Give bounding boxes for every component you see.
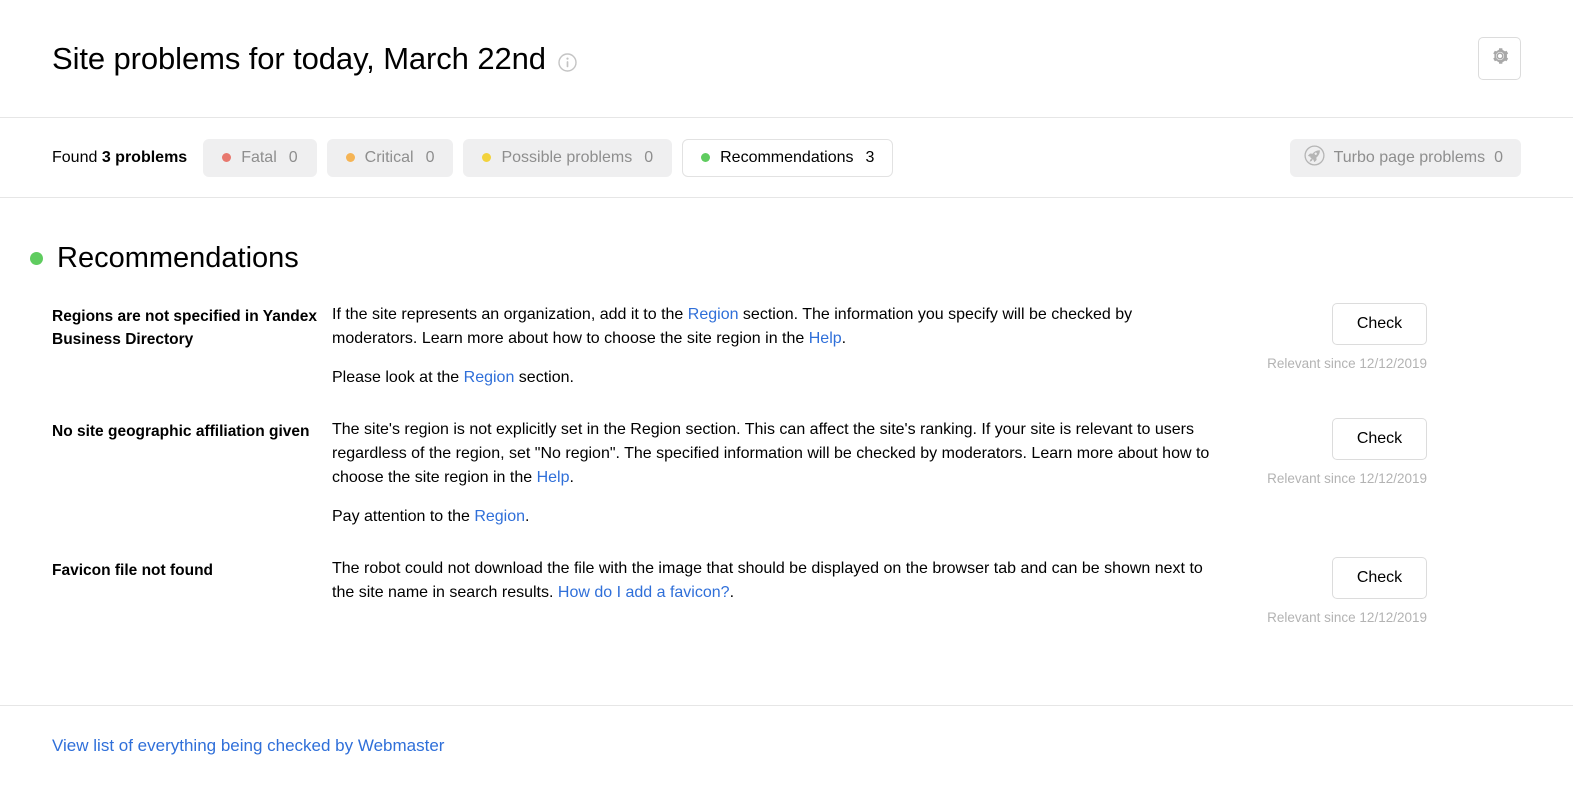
table-row: Regions are not specified in Yandex Busi… [52, 303, 1521, 418]
text-fragment: . [729, 584, 735, 601]
tab-turbo-label: Turbo page problems [1333, 148, 1486, 166]
text-fragment: If the site represents an organization, … [332, 306, 688, 323]
region-link[interactable]: Region [474, 508, 525, 525]
text-fragment: Pay attention to the [332, 508, 475, 525]
problem-filter-bar: Found 3 problems Fatal 0 Critical 0 Poss… [0, 118, 1573, 198]
problem-description: The robot could not download the file wi… [332, 557, 1247, 605]
problem-title: Regions are not specified in Yandex Busi… [52, 308, 318, 348]
problem-paragraph: The robot could not download the file wi… [332, 557, 1217, 605]
help-link[interactable]: Help [809, 330, 842, 347]
gear-icon [1490, 46, 1510, 71]
relevant-since-label: Relevant since 12/12/2019 [1267, 471, 1427, 486]
problem-title: Favicon file not found [52, 562, 214, 579]
severity-dot-critical [345, 153, 355, 162]
tab-possible-problems[interactable]: Possible problems 0 [463, 138, 673, 177]
section-dot-recommendations [30, 252, 43, 265]
tab-fatal-count: 0 [288, 148, 298, 166]
tab-fatal-label: Fatal [241, 148, 277, 166]
title-group: Site problems for today, March 22nd [52, 41, 577, 77]
text-fragment: . [569, 469, 574, 486]
tab-critical-label: Critical [364, 148, 414, 166]
tab-critical-count: 0 [425, 148, 435, 166]
page-header: Site problems for today, March 22nd [0, 0, 1573, 118]
problem-actions: Check Relevant since 12/12/2019 [1247, 557, 1427, 625]
help-link[interactable]: Help [537, 469, 570, 486]
view-checklist-link[interactable]: View list of everything being checked by… [52, 736, 444, 755]
text-fragment: Please look at the [332, 369, 464, 386]
tab-recommendations-count: 3 [865, 148, 875, 166]
section-header: Recommendations [30, 242, 1521, 275]
favicon-help-link[interactable]: How do I add a favicon? [558, 584, 730, 601]
region-link[interactable]: Region [464, 369, 515, 386]
found-count: 3 problems [101, 148, 188, 166]
site-problems-page: Site problems for today, March 22nd Foun… [0, 0, 1573, 793]
page-footer: View list of everything being checked by… [0, 705, 1573, 756]
region-link[interactable]: Region [688, 306, 739, 323]
check-button[interactable]: Check [1332, 557, 1427, 599]
tab-recommendations-label: Recommendations [720, 148, 854, 166]
check-button[interactable]: Check [1332, 303, 1427, 345]
settings-button[interactable] [1478, 37, 1521, 80]
problem-actions: Check Relevant since 12/12/2019 [1247, 303, 1427, 371]
tab-turbo-page-problems[interactable]: Turbo page problems 0 [1289, 138, 1521, 177]
problem-paragraph: Please look at the Region section. [332, 366, 1217, 390]
tab-possible-problems-count: 0 [644, 148, 654, 166]
page-title: Site problems for today, March 22nd [52, 40, 546, 76]
table-row: Favicon file not found The robot could n… [52, 557, 1521, 653]
tab-possible-problems-label: Possible problems [501, 148, 633, 166]
tab-turbo-count: 0 [1494, 148, 1503, 166]
check-button[interactable]: Check [1332, 418, 1427, 460]
severity-dot-recommendations [701, 153, 711, 162]
rocket-icon [1304, 144, 1325, 171]
recommendations-section: Recommendations Regions are not specifie… [0, 242, 1573, 653]
text-fragment: . [525, 508, 530, 525]
tab-critical[interactable]: Critical 0 [326, 138, 454, 177]
problem-paragraph: Pay attention to the Region. [332, 505, 1217, 529]
found-prefix: Found [52, 148, 98, 166]
problem-paragraph: The site's region is not explicitly set … [332, 418, 1217, 490]
section-title: Recommendations [57, 242, 299, 274]
found-summary: Found 3 problems [52, 149, 187, 167]
text-fragment: . [841, 330, 847, 347]
table-row: No site geographic affiliation given The… [52, 418, 1521, 557]
text-fragment: The site's region is not explicitly set … [332, 421, 1210, 486]
text-fragment: The robot could not download the file wi… [332, 560, 1203, 601]
severity-dot-fatal [222, 153, 232, 162]
text-fragment: section. [514, 369, 574, 386]
recommendations-list: Regions are not specified in Yandex Busi… [52, 303, 1521, 653]
problem-title: No site geographic affiliation given [52, 423, 310, 440]
severity-tabs: Fatal 0 Critical 0 Possible problems 0 R… [203, 138, 894, 177]
severity-dot-possible [482, 153, 492, 162]
problem-description: The site's region is not explicitly set … [332, 418, 1247, 529]
relevant-since-label: Relevant since 12/12/2019 [1267, 356, 1427, 371]
problem-paragraph: If the site represents an organization, … [332, 303, 1217, 351]
relevant-since-label: Relevant since 12/12/2019 [1267, 610, 1427, 625]
info-circle-icon[interactable] [558, 53, 577, 72]
tab-fatal[interactable]: Fatal 0 [203, 138, 317, 177]
problem-actions: Check Relevant since 12/12/2019 [1247, 418, 1427, 486]
problem-description: If the site represents an organization, … [332, 303, 1247, 390]
tab-recommendations[interactable]: Recommendations 3 [682, 138, 894, 177]
